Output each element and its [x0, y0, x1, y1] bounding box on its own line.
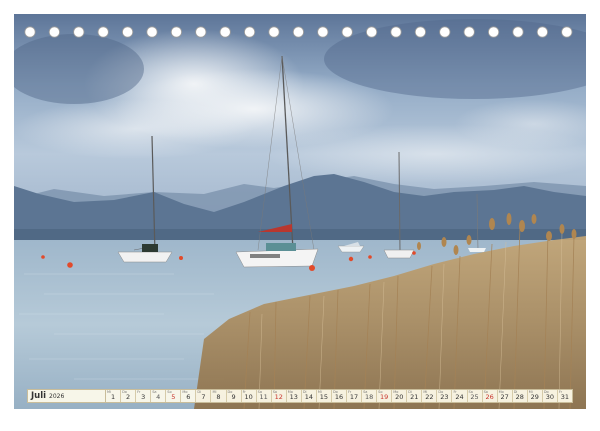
day-cell: Do 23 [437, 390, 453, 402]
day-number: 20 [395, 393, 404, 401]
day-cell: Mo 6 [181, 390, 197, 402]
day-cells: Mi 1 Do 2 Fr 3 Sa 4 So 5 Mo 6 Di 7 Mi 8 Do 9 Fr 10 Sa 11 So 12 M… [106, 390, 572, 402]
day-cell: Di 7 [196, 390, 212, 402]
month-calendar-strip: Juli 2026 Mi 1 Do 2 Fr 3 Sa 4 So 5 Mo 6 Di 7 Mi 8 Do 9 Fr 1… [27, 389, 573, 403]
day-number: 15 [319, 393, 329, 401]
day-cell: Sa 18 [362, 390, 378, 402]
day-cell: Sa 11 [257, 390, 272, 402]
day-number: 14 [304, 393, 313, 401]
day-number: 10 [244, 393, 253, 401]
day-number: 21 [410, 393, 419, 401]
day-number: 26 [485, 393, 494, 401]
day-number: 13 [289, 393, 298, 401]
day-cell: Mi 15 [317, 390, 332, 402]
day-number: 24 [455, 393, 464, 401]
day-cell: Do 2 [121, 390, 137, 402]
day-number: 1 [110, 393, 116, 401]
day-cell: Mi 29 [528, 390, 543, 402]
day-number: 5 [171, 393, 176, 401]
day-number: 22 [425, 393, 434, 401]
day-number: 4 [156, 393, 161, 401]
day-number: 27 [500, 393, 509, 401]
day-cell: Di 21 [407, 390, 423, 402]
day-cell: Mi 1 [106, 390, 122, 402]
month-label: Juli 2026 [28, 390, 106, 402]
day-cell: Sa 25 [468, 390, 483, 402]
year: 2026 [49, 392, 65, 400]
day-number: 29 [530, 393, 539, 401]
day-cell: Fr 31 [558, 390, 572, 402]
day-cell: So 5 [166, 390, 182, 402]
day-number: 16 [334, 393, 344, 401]
day-number: 28 [515, 393, 524, 401]
day-cell: So 12 [272, 390, 287, 402]
day-cell: Sa 4 [151, 390, 167, 402]
day-cell: Mo 20 [392, 390, 408, 402]
day-cell: Di 28 [513, 390, 528, 402]
day-cell: Do 16 [332, 390, 347, 402]
day-number: 31 [560, 393, 570, 401]
day-number: 6 [186, 393, 191, 401]
day-cell: Fr 24 [452, 390, 468, 402]
day-cell: Fr 3 [136, 390, 152, 402]
day-number: 3 [141, 393, 146, 401]
day-number: 9 [231, 393, 236, 401]
day-number: 30 [545, 393, 554, 401]
day-cell: Fr 10 [242, 390, 257, 402]
month-name: Juli [31, 391, 47, 401]
day-number: 23 [440, 393, 449, 401]
day-cell: Mi 8 [211, 390, 227, 402]
day-number: 25 [470, 393, 479, 401]
day-number: 18 [364, 393, 374, 401]
day-number: 17 [349, 393, 359, 401]
calendar-page: Juli 2026 Mi 1 Do 2 Fr 3 Sa 4 So 5 Mo 6 Di 7 Mi 8 Do 9 Fr 1… [0, 0, 600, 431]
day-number: 12 [274, 393, 283, 401]
day-cell: Fr 17 [347, 390, 363, 402]
day-cell: Mo 27 [498, 390, 513, 402]
day-cell: Mo 13 [287, 390, 302, 402]
lake-photo [14, 14, 586, 409]
day-cell: Mi 22 [422, 390, 438, 402]
day-cell: So 26 [483, 390, 498, 402]
day-cell: Di 14 [302, 390, 317, 402]
day-number: 2 [126, 393, 131, 401]
day-cell: Do 30 [543, 390, 558, 402]
day-number: 11 [259, 393, 268, 401]
day-cell: So 19 [377, 390, 393, 402]
day-number: 7 [201, 393, 206, 401]
day-cell: Do 9 [227, 390, 242, 402]
day-number: 19 [380, 393, 389, 401]
day-number: 8 [216, 393, 221, 401]
